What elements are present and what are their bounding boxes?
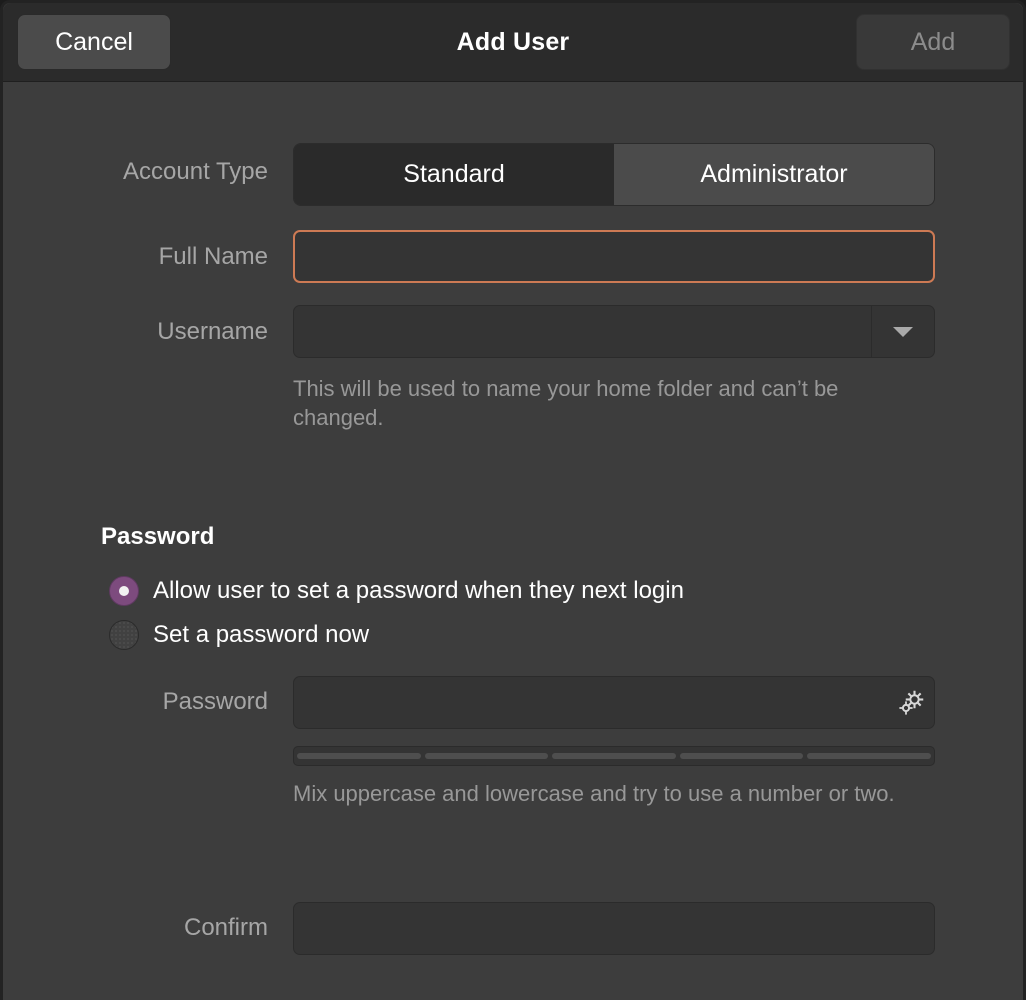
account-type-label: Account Type	[123, 158, 268, 185]
radio-option-allow-user-set-password[interactable]: Allow user to set a password when they n…	[109, 576, 684, 606]
radio-selected-icon	[109, 576, 139, 606]
full-name-input[interactable]	[295, 232, 933, 281]
strength-segment	[679, 753, 804, 759]
username-input[interactable]	[294, 306, 871, 357]
password-hint: Mix uppercase and lowercase and try to u…	[293, 781, 895, 806]
strength-segment	[552, 753, 676, 759]
password-strength-meter	[293, 746, 935, 766]
account-type-control: Standard Administrator	[293, 143, 935, 206]
password-section-title: Password	[101, 523, 215, 550]
confirm-input[interactable]	[294, 903, 934, 954]
username-combo-entry[interactable]	[293, 305, 935, 358]
username-label: Username	[157, 318, 268, 345]
password-label: Password	[162, 688, 268, 715]
dialog-header-bar: Cancel Add User Add	[3, 3, 1023, 82]
chevron-down-icon	[893, 326, 913, 337]
account-type-option-administrator-label: Administrator	[700, 160, 848, 188]
confirm-label: Confirm	[183, 914, 268, 941]
add-user-dialog: Cancel Add User Add Account Type Standar…	[0, 0, 1026, 1000]
cancel-button-label: Cancel	[55, 27, 133, 56]
full-name-field-wrap	[293, 230, 935, 283]
add-button[interactable]: Add	[856, 14, 1010, 70]
username-hint: This will be used to name your home fold…	[293, 376, 839, 431]
account-type-option-standard[interactable]: Standard	[294, 144, 614, 205]
radio-option-allow-user-set-password-label: Allow user to set a password when they n…	[153, 577, 684, 604]
username-field-wrap	[293, 305, 935, 358]
add-button-label: Add	[910, 27, 956, 56]
account-type-segmented-control[interactable]: Standard Administrator	[293, 143, 935, 206]
password-input[interactable]	[294, 677, 888, 728]
dialog-content: Account Type Standard Administrator Full…	[3, 82, 1023, 1000]
full-name-entry[interactable]	[293, 230, 935, 283]
gears-icon	[899, 690, 924, 715]
strength-segment	[424, 753, 549, 759]
confirm-entry[interactable]	[293, 902, 935, 955]
generate-password-button[interactable]	[888, 677, 934, 728]
confirm-field-wrap	[293, 902, 935, 955]
radio-dot	[119, 586, 129, 596]
cancel-button[interactable]: Cancel	[17, 14, 171, 70]
full-name-label: Full Name	[158, 243, 268, 270]
username-dropdown-button[interactable]	[871, 306, 934, 357]
account-type-option-administrator[interactable]: Administrator	[614, 144, 934, 205]
radio-option-set-password-now-label: Set a password now	[153, 621, 370, 648]
radio-unselected-icon	[109, 620, 139, 650]
strength-segment	[297, 753, 421, 759]
password-strength-meter-wrap	[293, 746, 935, 766]
account-type-option-standard-label: Standard	[403, 160, 505, 188]
radio-option-set-password-now[interactable]: Set a password now	[109, 620, 369, 650]
password-entry[interactable]	[293, 676, 935, 729]
strength-segment	[807, 753, 931, 759]
password-field-wrap	[293, 676, 935, 729]
